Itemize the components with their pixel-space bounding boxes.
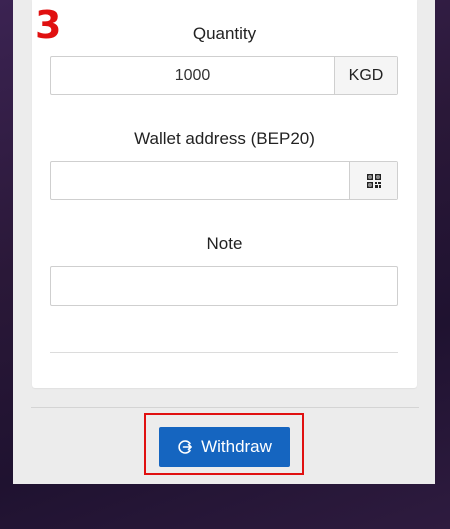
wallet-address-input[interactable] — [51, 162, 349, 199]
quantity-input[interactable] — [51, 57, 334, 94]
quantity-unit-addon: KGD — [334, 57, 397, 94]
qr-code-icon — [366, 173, 381, 188]
withdraw-button[interactable]: Withdraw — [159, 427, 290, 467]
qr-scan-button[interactable] — [349, 162, 397, 199]
wallet-address-input-group — [50, 161, 398, 200]
modal-footer-divider — [31, 407, 419, 408]
quantity-label: Quantity — [192, 24, 257, 43]
quantity-input-group: KGD — [50, 56, 398, 95]
form-divider — [50, 352, 398, 353]
wallet-address-label: Wallet address (BEP20) — [134, 129, 315, 148]
note-label: Note — [206, 234, 243, 253]
note-input[interactable] — [51, 267, 397, 305]
note-input-group — [50, 266, 398, 306]
withdraw-button-label: Withdraw — [201, 437, 272, 456]
withdraw-icon — [178, 440, 192, 454]
